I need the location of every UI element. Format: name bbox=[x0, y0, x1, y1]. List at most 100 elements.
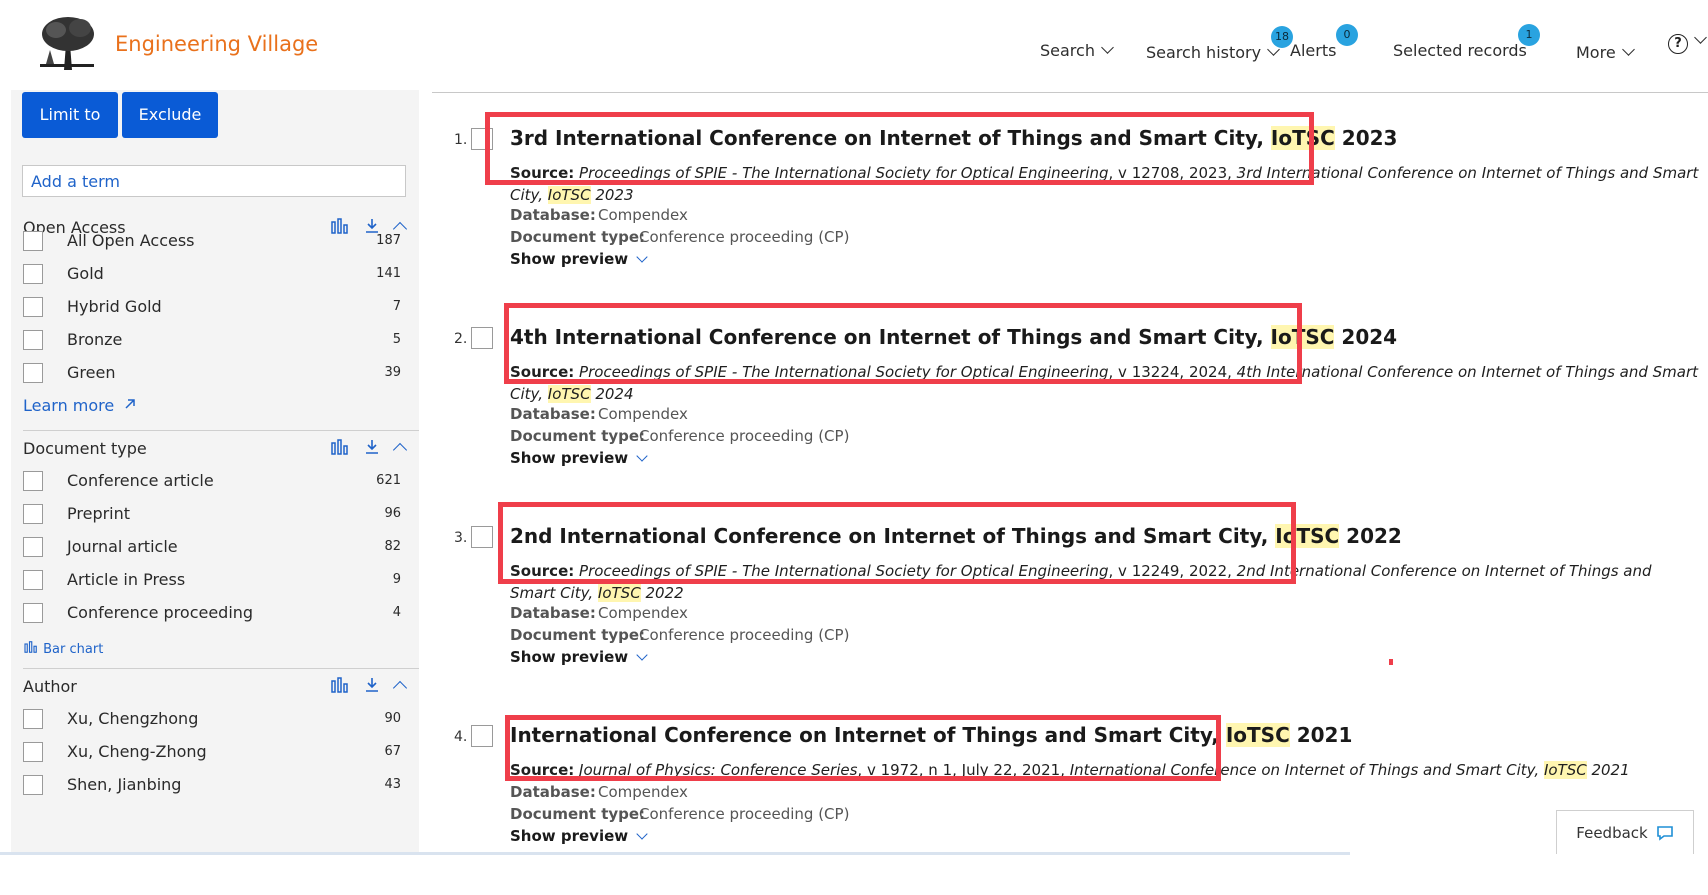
facet-row[interactable]: Article in Press 9 bbox=[23, 567, 419, 597]
nav-more[interactable]: More bbox=[1576, 38, 1635, 66]
facet-row[interactable]: Hybrid Gold 7 bbox=[23, 294, 419, 324]
facet-row[interactable]: All Open Access 187 bbox=[23, 228, 419, 258]
result-item: 3. 2nd International Conference on Inter… bbox=[440, 516, 1708, 696]
checkbox[interactable] bbox=[23, 330, 43, 350]
doctype-value: Conference proceeding (CP) bbox=[639, 427, 850, 445]
chevron-down-icon bbox=[636, 251, 648, 263]
result-doctype: Document type:Conference proceeding (CP) bbox=[510, 626, 849, 644]
checkbox[interactable] bbox=[23, 297, 43, 317]
nav-alerts[interactable]: Alerts bbox=[1290, 36, 1336, 64]
result-item: 4. International Conference on Internet … bbox=[440, 715, 1708, 895]
download-icon[interactable] bbox=[363, 677, 381, 693]
external-link-icon bbox=[125, 399, 136, 409]
checkbox[interactable] bbox=[23, 775, 43, 795]
download-icon[interactable] bbox=[363, 439, 381, 455]
checkbox[interactable] bbox=[23, 264, 43, 284]
source-year: 2022 bbox=[640, 584, 684, 602]
result-number: 4. bbox=[454, 729, 468, 745]
nav-search[interactable]: Search bbox=[1040, 36, 1114, 64]
source-journal: Proceedings of SPIE - The International … bbox=[579, 363, 1109, 381]
bar-chart-link[interactable]: Bar chart bbox=[23, 641, 103, 657]
result-checkbox[interactable] bbox=[471, 526, 493, 548]
nav-search-history[interactable]: Search history bbox=[1146, 38, 1280, 66]
checkbox[interactable] bbox=[23, 537, 43, 557]
title-text: 2nd International Conference on Internet… bbox=[510, 524, 1276, 548]
facet-label: Green bbox=[67, 363, 116, 382]
title-text: International Conference on Internet of … bbox=[510, 723, 1226, 747]
result-checkbox[interactable] bbox=[471, 128, 493, 150]
database-label: Database: bbox=[510, 405, 596, 423]
collapse-chevron-icon[interactable] bbox=[392, 442, 408, 458]
title-text: 4th International Conference on Internet… bbox=[510, 325, 1271, 349]
checkbox[interactable] bbox=[23, 742, 43, 762]
show-preview-toggle[interactable]: Show preview bbox=[510, 449, 648, 467]
show-preview-toggle[interactable]: Show preview bbox=[510, 250, 648, 268]
brand-title[interactable]: Engineering Village bbox=[115, 32, 318, 56]
show-preview-toggle[interactable]: Show preview bbox=[510, 827, 648, 845]
checkbox[interactable] bbox=[23, 231, 43, 251]
checkbox[interactable] bbox=[23, 570, 43, 590]
facet-label: Hybrid Gold bbox=[67, 297, 162, 316]
source-highlight: IoTSC bbox=[1543, 761, 1587, 779]
add-term-input[interactable]: Add a term bbox=[22, 165, 406, 197]
source-label: Source: bbox=[510, 164, 575, 182]
result-checkbox[interactable] bbox=[471, 725, 493, 747]
bar-chart-icon[interactable] bbox=[331, 439, 349, 455]
facet-row[interactable]: Shen, Jianbing 43 bbox=[23, 772, 419, 802]
doctype-label: Document type: bbox=[510, 228, 646, 246]
facet-count: 187 bbox=[376, 233, 401, 248]
database-value: Compendex bbox=[598, 783, 688, 801]
result-number: 3. bbox=[454, 530, 468, 546]
feedback-button[interactable]: Feedback bbox=[1556, 810, 1694, 854]
result-source: Source: Proceedings of SPIE - The Intern… bbox=[510, 162, 1700, 206]
chevron-down-icon[interactable] bbox=[1694, 31, 1707, 44]
checkbox[interactable] bbox=[23, 709, 43, 729]
collapse-chevron-icon[interactable] bbox=[392, 680, 408, 696]
facet-row[interactable]: Conference article 621 bbox=[23, 468, 419, 498]
facet-row[interactable]: Xu, Chengzhong 90 bbox=[23, 706, 419, 736]
source-highlight: IoTSC bbox=[597, 584, 641, 602]
learn-more-label: Learn more bbox=[23, 396, 115, 415]
result-database: Database: Compendex bbox=[510, 783, 688, 801]
facet-row[interactable]: Bronze 5 bbox=[23, 327, 419, 357]
results-top-divider bbox=[432, 92, 1708, 93]
checkbox[interactable] bbox=[23, 471, 43, 491]
facet-title-author: Author bbox=[23, 677, 77, 696]
facet-count: 4 bbox=[392, 605, 401, 620]
nav-selected-records[interactable]: Selected records bbox=[1393, 36, 1527, 64]
show-preview-label: Show preview bbox=[510, 449, 629, 467]
result-title[interactable]: 2nd International Conference on Internet… bbox=[510, 524, 1402, 548]
nav-more-label: More bbox=[1576, 42, 1616, 62]
facet-row[interactable]: Xu, Cheng-Zhong 67 bbox=[23, 739, 419, 769]
facet-label: Gold bbox=[67, 264, 104, 283]
result-doctype: Document type:Conference proceeding (CP) bbox=[510, 805, 849, 823]
show-preview-toggle[interactable]: Show preview bbox=[510, 648, 648, 666]
result-title[interactable]: International Conference on Internet of … bbox=[510, 723, 1352, 747]
doctype-value: Conference proceeding (CP) bbox=[639, 626, 850, 644]
doctype-label: Document type: bbox=[510, 427, 646, 445]
source-conference: International Conference on Internet of … bbox=[1069, 761, 1544, 779]
elsevier-tree-logo[interactable] bbox=[36, 14, 98, 72]
source-label: Source: bbox=[510, 761, 575, 779]
bar-chart-icon[interactable] bbox=[331, 677, 349, 693]
facet-row[interactable]: Conference proceeding 4 bbox=[23, 600, 419, 630]
source-year: 2024 bbox=[590, 385, 634, 403]
facet-count: 82 bbox=[384, 539, 401, 554]
nav-history-label: Search history bbox=[1146, 42, 1262, 62]
exclude-button[interactable]: Exclude bbox=[122, 92, 218, 138]
result-title[interactable]: 3rd International Conference on Internet… bbox=[510, 126, 1397, 150]
checkbox[interactable] bbox=[23, 363, 43, 383]
result-title[interactable]: 4th International Conference on Internet… bbox=[510, 325, 1397, 349]
learn-more-link[interactable]: Learn more bbox=[23, 396, 137, 415]
facet-row[interactable]: Journal article 82 bbox=[23, 534, 419, 564]
checkbox[interactable] bbox=[23, 603, 43, 623]
facet-row[interactable]: Green 39 bbox=[23, 360, 419, 390]
help-icon[interactable]: ? bbox=[1668, 34, 1688, 54]
divider bbox=[23, 668, 419, 669]
limit-to-button[interactable]: Limit to bbox=[22, 92, 118, 138]
bar-chart-icon bbox=[24, 641, 37, 653]
facet-row[interactable]: Preprint 96 bbox=[23, 501, 419, 531]
result-checkbox[interactable] bbox=[471, 327, 493, 349]
checkbox[interactable] bbox=[23, 504, 43, 524]
facet-row[interactable]: Gold 141 bbox=[23, 261, 419, 291]
